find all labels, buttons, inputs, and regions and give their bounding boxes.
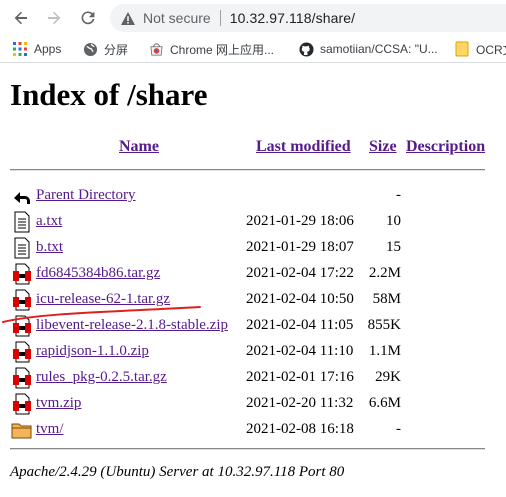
folder-link[interactable]: tvm/ xyxy=(36,421,64,438)
file-link[interactable]: fd6845384b86.tar.gz xyxy=(36,265,160,282)
directory-listing-page: Index of /share Name Last modified Size … xyxy=(0,63,506,497)
header-rule xyxy=(10,169,485,171)
file-size: 58M xyxy=(372,291,401,307)
chrome-webstore-icon xyxy=(148,41,164,57)
archive-file-icon xyxy=(11,263,33,285)
address-bar[interactable]: Not secure 10.32.97.118/share/ xyxy=(110,4,506,32)
bookmark-label: samotiian/CCSA: "U... xyxy=(320,42,438,56)
column-header-size[interactable]: Size xyxy=(369,138,397,156)
file-date: 2021-02-04 11:10 xyxy=(246,343,354,359)
file-link[interactable]: rules_pkg-0.2.5.tar.gz xyxy=(36,369,167,386)
bookmark-chrome-webstore[interactable]: Chrome 网上应用... xyxy=(148,40,274,58)
archive-file-icon xyxy=(11,341,33,363)
globe-icon xyxy=(82,41,98,57)
archive-file-icon xyxy=(11,315,33,337)
file-size: 29K xyxy=(375,369,401,385)
archive-file-icon xyxy=(11,367,33,389)
bookmark-label: Apps xyxy=(34,42,62,56)
page-title: Index of /share xyxy=(10,77,208,112)
file-row: rules_pkg-0.2.5.tar.gz 2021-02-01 17:16 … xyxy=(0,366,506,392)
bookmark-github-ccsa[interactable]: samotiian/CCSA: "U... xyxy=(298,40,438,58)
parent-directory-link[interactable]: Parent Directory xyxy=(36,187,136,204)
file-row: tvm/ 2021-02-08 16:18 - xyxy=(0,418,506,444)
server-signature: Apache/2.4.29 (Ubuntu) Server at 10.32.9… xyxy=(10,464,345,480)
forward-arrow-icon xyxy=(48,11,61,25)
folder-icon xyxy=(11,419,33,441)
apps-grid-icon xyxy=(12,41,28,57)
omnibox-separator xyxy=(219,10,221,26)
file-row: tvm.zip 2021-02-20 11:32 6.6M xyxy=(0,392,506,418)
file-row: libevent-release-2.1.8-stable.zip 2021-0… xyxy=(0,314,506,340)
column-header-description[interactable]: Description xyxy=(406,138,485,156)
file-date: 2021-02-01 17:16 xyxy=(246,369,354,385)
file-link[interactable]: icu-release-62-1.tar.gz xyxy=(36,291,170,308)
file-row: fd6845384b86.tar.gz 2021-02-04 17:22 2.2… xyxy=(0,262,506,288)
bookmark-ocr-folder[interactable]: OCR文 xyxy=(454,40,506,58)
file-link[interactable]: b.txt xyxy=(36,239,63,256)
file-date: 2021-02-04 11:05 xyxy=(246,317,354,333)
file-row: icu-release-62-1.tar.gz 2021-02-04 10:50… xyxy=(0,288,506,314)
file-link[interactable]: rapidjson-1.1.0.zip xyxy=(36,343,149,360)
file-size: 2.2M xyxy=(368,265,401,281)
file-link[interactable]: libevent-release-2.1.8-stable.zip xyxy=(36,317,228,334)
browser-toolbar: Not secure 10.32.97.118/share/ xyxy=(0,0,506,36)
footer-rule xyxy=(10,448,485,450)
file-size: 10 xyxy=(386,213,401,229)
reload-icon xyxy=(81,11,95,25)
bookmark-label: Chrome 网上应用... xyxy=(170,42,275,57)
parent-directory-row: Parent Directory - xyxy=(0,184,506,210)
archive-file-icon xyxy=(11,289,33,311)
github-icon xyxy=(298,41,314,57)
reload-button[interactable] xyxy=(76,6,100,30)
file-date: 2021-02-04 17:22 xyxy=(246,265,354,281)
back-button[interactable] xyxy=(9,6,33,30)
file-date: 2021-01-29 18:07 xyxy=(246,239,354,255)
security-status-label[interactable]: Not secure xyxy=(143,10,211,26)
forward-button[interactable] xyxy=(42,6,66,30)
url-text[interactable]: 10.32.97.118/share/ xyxy=(230,10,355,26)
bookmark-label: 分屏 xyxy=(104,42,129,57)
text-file-icon xyxy=(11,237,33,259)
file-size: - xyxy=(396,421,401,437)
file-size: 6.6M xyxy=(368,395,401,411)
file-row: rapidjson-1.1.0.zip 2021-02-04 11:10 1.1… xyxy=(0,340,506,366)
file-date: 2021-02-04 10:50 xyxy=(246,291,354,307)
bookmark-split-screen[interactable]: 分屏 xyxy=(82,40,128,58)
bookmark-apps[interactable]: Apps xyxy=(12,40,61,58)
file-date: 2021-02-20 11:32 xyxy=(246,395,354,411)
file-link[interactable]: a.txt xyxy=(36,213,62,230)
file-size: 855K xyxy=(367,317,401,333)
file-size: - xyxy=(396,187,401,203)
file-date: 2021-02-08 16:18 xyxy=(246,421,354,437)
file-link[interactable]: tvm.zip xyxy=(36,395,81,412)
file-date: 2021-01-29 18:06 xyxy=(246,213,354,229)
folder-icon xyxy=(454,41,470,57)
column-header-last-modified[interactable]: Last modified xyxy=(256,138,351,156)
column-header-name[interactable]: Name xyxy=(119,138,159,156)
archive-file-icon xyxy=(11,393,33,415)
warning-triangle-icon[interactable] xyxy=(119,9,137,27)
bookmarks-bar: Apps 分屏 Chrome 网上应用... samotiian/CCSA: "… xyxy=(0,36,506,61)
file-row: a.txt 2021-01-29 18:06 10 xyxy=(0,210,506,236)
bookmark-label: OCR文 xyxy=(476,42,506,57)
text-file-icon xyxy=(11,211,33,233)
file-size: 1.1M xyxy=(368,343,401,359)
file-size: 15 xyxy=(386,239,401,255)
back-arrow-icon xyxy=(14,11,27,25)
back-arrow-icon xyxy=(11,185,33,207)
file-row: b.txt 2021-01-29 18:07 15 xyxy=(0,236,506,262)
